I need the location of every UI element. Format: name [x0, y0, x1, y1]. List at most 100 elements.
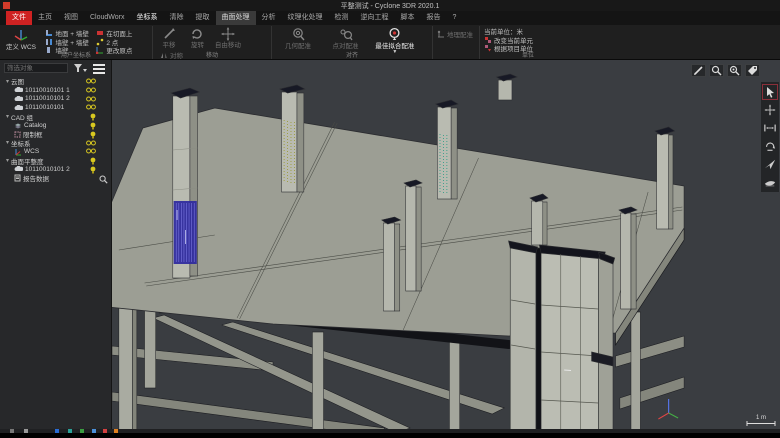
magnifier-icon[interactable]: [99, 175, 108, 184]
tree-group-clouds[interactable]: ▾云图: [0, 77, 112, 86]
cloud-icon: [14, 166, 23, 172]
walkthrough-icon[interactable]: [762, 174, 778, 190]
report-page-icon: [14, 174, 21, 182]
geometric-registration-button[interactable]: 几何配准: [276, 27, 320, 50]
visibility-glasses-icon[interactable]: [86, 148, 96, 154]
ribbon-group-units: 当前单位：米 改变当前单元 根据项目单位 单位: [480, 25, 576, 60]
label-tag-icon[interactable]: [745, 64, 760, 77]
taskbar-icon[interactable]: [68, 429, 72, 433]
tab-cloudworx[interactable]: CloudWorx: [84, 11, 131, 25]
geometric-registration-icon: [291, 27, 306, 42]
taskbar-icon[interactable]: [103, 429, 107, 433]
viewport-3d[interactable]: 1 m: [112, 60, 780, 433]
tab-coordinate-system[interactable]: 坐标系: [131, 11, 164, 25]
ribbon-group-ucs: 定义 WCS 地面 + 墙壁 墙壁 + 墙壁 墙壁: [0, 25, 152, 60]
taskbar-icon[interactable]: [92, 429, 96, 433]
tab-inspection[interactable]: 检测: [329, 11, 355, 25]
filter-funnel-icon[interactable]: [73, 63, 87, 73]
tab-home[interactable]: 主页: [32, 11, 58, 25]
bulb-icon[interactable]: [90, 166, 96, 174]
cloud-icon: [14, 105, 23, 111]
pan-move-icon[interactable]: [762, 102, 778, 118]
orbit-view-icon[interactable]: [762, 138, 778, 154]
scale-bar: 1 m: [746, 415, 776, 426]
window-title: 平整测试 - Cyclone 3DR 2020.1: [0, 1, 780, 11]
application-window: 平整测试 - Cyclone 3DR 2020.1 文件 主页 视图 Cloud…: [0, 0, 780, 433]
group-label-ucs: 用户坐标系: [0, 50, 152, 59]
georeferencing-button[interactable]: 地理配准: [437, 30, 475, 39]
tab-extract[interactable]: 提取: [190, 11, 216, 25]
tree-menu-icon[interactable]: [92, 62, 106, 74]
define-wcs-button[interactable]: 定义 WCS: [4, 27, 38, 51]
taskbar-icon[interactable]: [24, 429, 28, 433]
tab-view[interactable]: 视图: [58, 11, 84, 25]
taskbar-icon[interactable]: [10, 429, 14, 433]
change-unit-icon: [484, 36, 492, 44]
free-move-button[interactable]: 自由移动: [214, 27, 242, 49]
selected-column-highlight[interactable]: [174, 201, 197, 264]
ribbon-tab-bar: 文件 主页 视图 CloudWorx 坐标系 清除 提取 曲面处理 分析 纹理化…: [0, 11, 780, 25]
visibility-glasses-icon[interactable]: [86, 78, 96, 84]
tab-script[interactable]: 脚本: [395, 11, 421, 25]
visibility-glasses-icon[interactable]: [86, 104, 96, 110]
wall-wall-icon: [45, 38, 53, 46]
viewport-top-toolbar: [691, 64, 760, 77]
tree-group-cad[interactable]: ▾CAD 组: [0, 112, 112, 121]
tab-analysis[interactable]: 分析: [256, 11, 282, 25]
bulb-icon[interactable]: [90, 122, 96, 130]
taskbar-icon[interactable]: [114, 429, 118, 433]
taskbar-icon[interactable]: [55, 429, 59, 433]
project-tree-panel: ▾云图 10110010101 1 10110010101 2 10110010…: [0, 60, 112, 433]
translate-button[interactable]: 平移: [157, 27, 181, 49]
visibility-glasses-icon[interactable]: [86, 96, 96, 102]
measure-pen-icon[interactable]: [691, 64, 706, 77]
free-move-icon: [221, 27, 235, 41]
taskbar-sliver: [0, 429, 780, 433]
limit-box-icon: [14, 131, 21, 138]
tab-help[interactable]: ?: [447, 11, 463, 25]
tree-item-cloud-2[interactable]: 10110010101 2: [0, 95, 112, 104]
point-registration-icon: [338, 27, 353, 42]
fly-mode-icon[interactable]: [762, 156, 778, 172]
pick-point-alt-icon[interactable]: [727, 64, 742, 77]
tab-report[interactable]: 报告: [421, 11, 447, 25]
viewport-side-toolbar: [761, 82, 779, 192]
tree-group-coordinate-systems[interactable]: ▾坐标系: [0, 139, 112, 148]
cloud-icon: [14, 96, 23, 102]
visibility-glasses-icon[interactable]: [86, 87, 96, 93]
point-registration-button[interactable]: 点对配准: [324, 27, 366, 50]
tree-item-cloud-1[interactable]: 10110010101 1: [0, 86, 112, 95]
rotate-icon: [190, 27, 204, 41]
rotate-button[interactable]: 旋转: [185, 27, 209, 49]
catalog-icon: [14, 122, 22, 129]
cutting-plane-icon: [96, 29, 104, 37]
ground-wall-icon: [45, 29, 53, 37]
ribbon: 定义 WCS 地面 + 墙壁 墙壁 + 墙壁 墙壁: [0, 25, 780, 60]
translate-icon: [162, 27, 176, 41]
tab-surface-processing[interactable]: 曲面处理: [216, 11, 256, 25]
tab-reverse-engineering[interactable]: 逆向工程: [355, 11, 395, 25]
group-label-movement: 移动: [153, 50, 271, 59]
tree-item-flatness-cloud[interactable]: 10110010101 2: [0, 165, 112, 174]
pick-point-icon[interactable]: [709, 64, 724, 77]
select-cursor-icon[interactable]: [762, 84, 778, 100]
taskbar-icon[interactable]: [80, 429, 84, 433]
bulb-icon[interactable]: [90, 131, 96, 139]
tab-clean[interactable]: 清除: [164, 11, 190, 25]
title-bar: 平整测试 - Cyclone 3DR 2020.1: [0, 0, 780, 11]
tab-file[interactable]: 文件: [6, 11, 32, 25]
two-points-icon: [96, 38, 104, 46]
tree-item-report-data[interactable]: 报告数据: [0, 174, 112, 183]
bulb-icon[interactable]: [90, 113, 96, 121]
tree-item-catalog[interactable]: Catalog: [0, 121, 112, 130]
best-fit-registration-icon: [387, 27, 402, 42]
fit-view-icon[interactable]: [762, 120, 778, 136]
ribbon-group-movement: 平移 旋转 自由移动 对称 复制: [153, 25, 271, 60]
visibility-glasses-icon[interactable]: [86, 140, 96, 146]
group-label-units: 单位: [480, 50, 576, 59]
bulb-icon[interactable]: [90, 157, 96, 165]
tab-texturing[interactable]: 纹理化处理: [282, 11, 329, 25]
wall-core: [509, 241, 615, 433]
filter-objects-input[interactable]: [4, 63, 68, 73]
tree-group-surface-flatness[interactable]: ▾曲面平整度: [0, 156, 112, 165]
